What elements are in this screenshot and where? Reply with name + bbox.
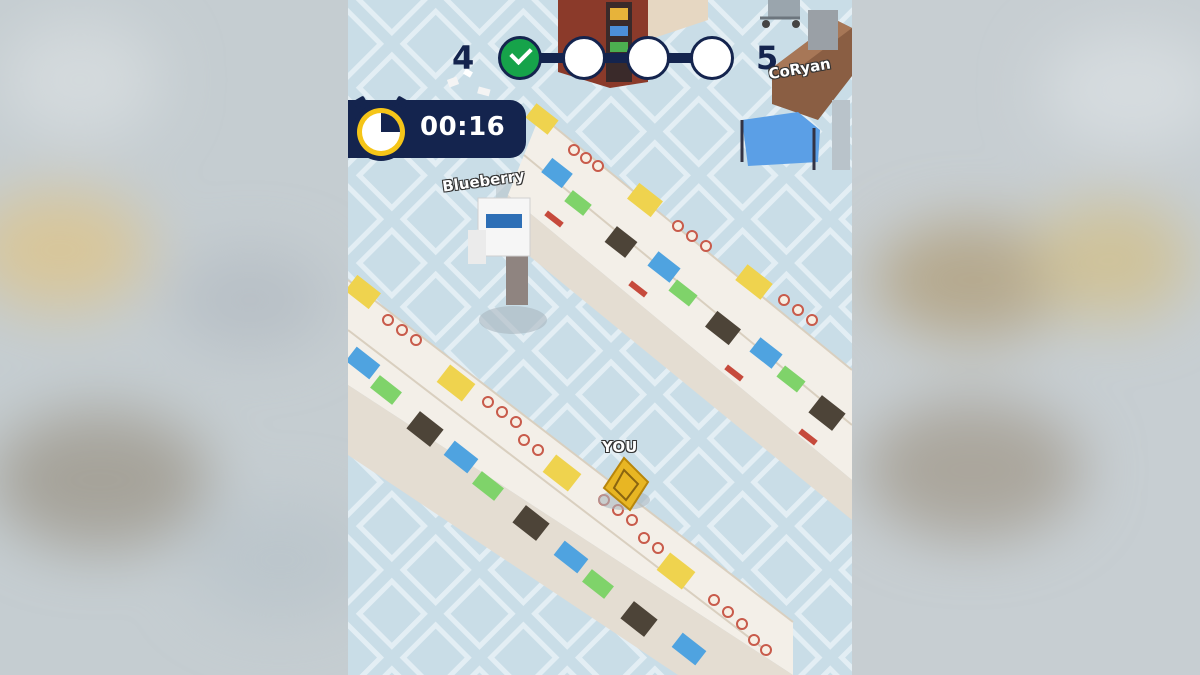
score-left: 4 (452, 39, 475, 77)
progress-step-pending (626, 36, 670, 80)
blurred-background-left (0, 0, 348, 675)
progress-connector (668, 53, 692, 63)
stopwatch-icon (352, 96, 410, 161)
progress-step-complete check-icon (498, 36, 542, 80)
progress-connector (604, 53, 628, 63)
match-progress-track (498, 36, 738, 86)
timer-text: 00:16 (420, 112, 506, 142)
blurred-background-right (852, 0, 1200, 675)
progress-step-pending (690, 36, 734, 80)
progress-connector (540, 53, 564, 63)
game-viewport[interactable]: 4 5 00:16 Blueberry YOU CoRyan (348, 0, 852, 675)
screen: 4 5 00:16 Blueberry YOU CoRyan (0, 0, 1200, 675)
player-name-tag: YOU (602, 438, 638, 456)
progress-step-pending (562, 36, 606, 80)
